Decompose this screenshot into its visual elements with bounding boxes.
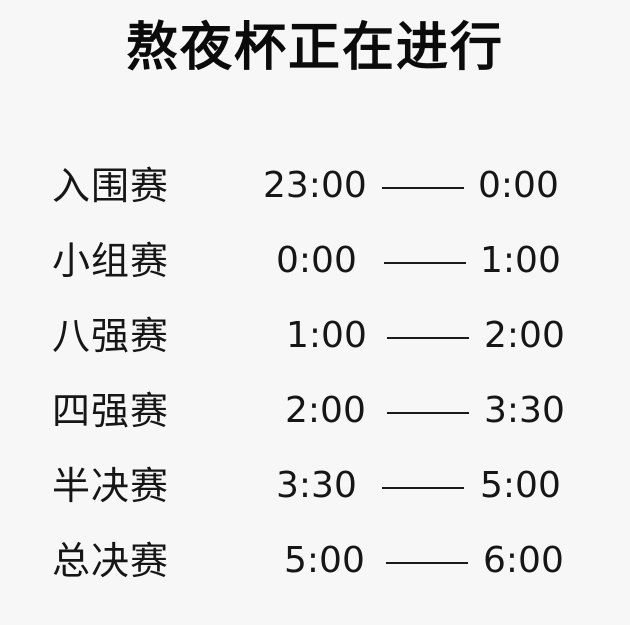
schedule-poster: 熬夜杯正在进行 入围赛 23:00 0:00 小组赛 0:00 1:00 八强赛… <box>0 0 630 625</box>
schedule-row-qualifier: 入围赛 23:00 0:00 <box>0 156 630 216</box>
end-time: 6:00 <box>483 540 564 581</box>
schedule-list: 入围赛 23:00 0:00 小组赛 0:00 1:00 八强赛 1:00 2:… <box>0 0 630 625</box>
time-separator <box>387 337 469 339</box>
schedule-row-semifinal: 半决赛 3:30 5:00 <box>0 456 630 516</box>
time-separator <box>382 187 464 189</box>
end-time: 3:30 <box>484 390 565 431</box>
end-time: 1:00 <box>480 240 561 281</box>
schedule-row-semifinal-four: 四强赛 2:00 3:30 <box>0 381 630 441</box>
stage-name: 四强赛 <box>52 389 170 433</box>
time-separator <box>382 487 464 489</box>
schedule-row-group-stage: 小组赛 0:00 1:00 <box>0 231 630 291</box>
time-separator <box>387 412 469 414</box>
stage-name: 半决赛 <box>52 464 170 508</box>
end-time: 2:00 <box>484 315 565 356</box>
stage-name: 总决赛 <box>52 539 170 583</box>
start-time: 0:00 <box>276 240 357 281</box>
start-time: 2:00 <box>285 390 366 431</box>
start-time: 23:00 <box>263 165 367 206</box>
start-time: 1:00 <box>286 315 367 356</box>
schedule-row-quarterfinal: 八强赛 1:00 2:00 <box>0 306 630 366</box>
stage-name: 八强赛 <box>52 314 170 358</box>
end-time: 5:00 <box>480 465 561 506</box>
time-separator <box>386 562 468 564</box>
schedule-row-final: 总决赛 5:00 6:00 <box>0 531 630 591</box>
stage-name: 小组赛 <box>52 239 170 283</box>
start-time: 5:00 <box>284 540 365 581</box>
end-time: 0:00 <box>478 165 559 206</box>
time-separator <box>384 262 466 264</box>
stage-name: 入围赛 <box>52 164 170 208</box>
start-time: 3:30 <box>276 465 357 506</box>
